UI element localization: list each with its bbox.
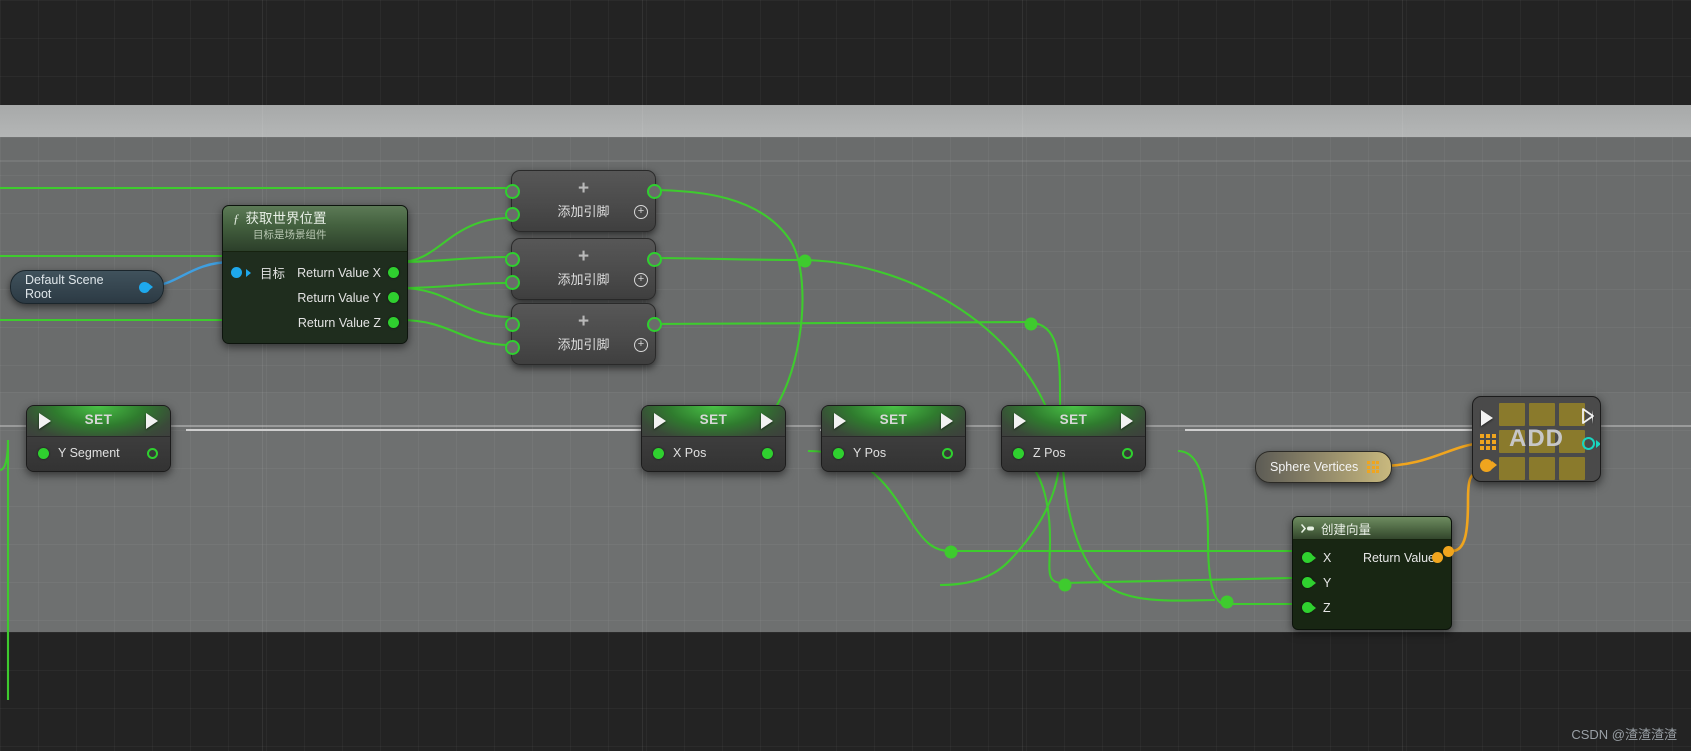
input-pin-x[interactable]: X Return Value xyxy=(1293,545,1451,570)
struct-pin-arrow xyxy=(1492,461,1497,469)
float-pin-icon xyxy=(388,292,399,303)
add-pin-node-1[interactable]: + 添加引脚 + xyxy=(505,170,662,232)
plus-glyph: + xyxy=(577,178,590,199)
output-label: Return Value X xyxy=(297,265,381,280)
circle-plus-icon[interactable]: + xyxy=(634,273,648,287)
array-grid-icon[interactable] xyxy=(1367,461,1380,473)
axis-label: Y xyxy=(1323,575,1332,590)
circle-plus-icon[interactable]: + xyxy=(634,338,648,352)
value-input-pin[interactable] xyxy=(38,448,49,459)
value-output-pin[interactable] xyxy=(1122,448,1133,459)
set-node-y-segment[interactable]: SET Y Segment xyxy=(26,405,171,472)
grid-major-line xyxy=(0,160,1691,162)
object-pin-icon[interactable] xyxy=(139,281,153,293)
exec-out-icon[interactable] xyxy=(761,413,773,429)
exec-out-icon[interactable] xyxy=(941,413,953,429)
output-label: Return Value Z xyxy=(297,315,381,330)
node-body: Y Segment xyxy=(27,437,170,471)
set-node-z-pos[interactable]: SET Z Pos xyxy=(1001,405,1146,472)
axis-label: Z xyxy=(1323,600,1331,615)
value-input-pin[interactable] xyxy=(1013,448,1024,459)
node-body: X Pos xyxy=(642,437,785,471)
output-pin-return-value-x[interactable]: Return Value X xyxy=(297,266,399,280)
node-header: 创建向量 xyxy=(1293,517,1451,540)
object-pin-icon xyxy=(231,267,242,278)
node-body: X Return Value Y Z xyxy=(1293,540,1451,629)
make-vector-return-pin[interactable] xyxy=(1443,546,1454,557)
node-title: 创建向量 xyxy=(1321,522,1372,537)
grid-major-line xyxy=(1022,0,1023,751)
node-header: SET xyxy=(1002,406,1145,437)
output-pin-return-value-y[interactable]: Return Value Y xyxy=(297,291,399,305)
return-value-label: Return Value xyxy=(1362,550,1435,565)
make-vector-node[interactable]: 创建向量 X Return Value Y Z xyxy=(1292,516,1452,630)
input-pin-z[interactable]: Z xyxy=(1293,595,1451,620)
axis-label: X xyxy=(1323,550,1332,565)
variable-label: Y Pos xyxy=(853,446,887,460)
float-pin-icon xyxy=(388,267,399,278)
exec-in-icon[interactable] xyxy=(654,413,666,429)
get-world-location-node[interactable]: ƒ 获取世界位置 目标是场景组件 目标 Return Value X Retur xyxy=(222,205,408,344)
make-struct-icon xyxy=(1301,523,1314,533)
plus-glyph: + xyxy=(577,246,590,267)
node-header: SET xyxy=(27,406,170,437)
node-body: Z Pos xyxy=(1002,437,1145,471)
variable-label: Z Pos xyxy=(1033,446,1066,460)
target-label: 目标 xyxy=(260,267,286,281)
add-pin-node-2[interactable]: + 添加引脚 + xyxy=(505,238,662,300)
value-output-pin[interactable] xyxy=(942,448,953,459)
node-header: ƒ 获取世界位置 目标是场景组件 xyxy=(223,206,407,252)
value-output-pin[interactable] xyxy=(147,448,158,459)
grid-major-line xyxy=(642,0,643,751)
node-body: 目标 Return Value X Return Value Y Return … xyxy=(223,252,407,343)
grid-major-line xyxy=(262,0,263,751)
node-body: Y Pos xyxy=(822,437,965,471)
node-header: SET xyxy=(642,406,785,437)
graph-background-bottom xyxy=(0,632,1691,751)
variable-label: Y Segment xyxy=(58,446,120,460)
exec-out-triangle-icon[interactable] xyxy=(1580,407,1596,425)
input-pin-y[interactable]: Y xyxy=(1293,570,1451,595)
exec-in-icon[interactable] xyxy=(39,413,51,429)
value-input-pin[interactable] xyxy=(833,448,844,459)
array-index-pin-arrow xyxy=(1596,440,1600,448)
variable-label: X Pos xyxy=(673,446,707,460)
sphere-vertices-variable[interactable]: Sphere Vertices xyxy=(1255,451,1392,483)
struct-output-pin[interactable] xyxy=(1432,552,1443,563)
plus-glyph: + xyxy=(577,311,590,332)
exec-in-icon[interactable] xyxy=(834,413,846,429)
value-input-pin[interactable] xyxy=(653,448,664,459)
target-input-pin[interactable]: 目标 xyxy=(231,263,285,282)
blueprint-graph-canvas[interactable]: Default Scene Root ƒ 获取世界位置 目标是场景组件 目标 R… xyxy=(0,0,1691,751)
default-scene-root-label: Default Scene Root xyxy=(25,273,104,301)
exec-out-icon[interactable] xyxy=(146,413,158,429)
graph-background-highlight-band xyxy=(0,105,1691,137)
node-title: 获取世界位置 xyxy=(245,211,327,226)
add-pin-node-3[interactable]: + 添加引脚 + xyxy=(505,303,662,365)
graph-background-top xyxy=(0,0,1691,105)
add-array-node[interactable]: ADD xyxy=(1472,396,1601,482)
output-pin-return-value-z[interactable]: Return Value Z xyxy=(298,316,399,330)
float-pin-icon xyxy=(388,317,399,328)
node-subtitle: 目标是场景组件 xyxy=(253,229,327,241)
set-node-y-pos[interactable]: SET Y Pos xyxy=(821,405,966,472)
exec-out-icon[interactable] xyxy=(1121,413,1133,429)
watermark: CSDN @渣渣渣渣 xyxy=(1571,727,1677,742)
exec-in-icon[interactable] xyxy=(1481,410,1493,426)
output-label: Return Value Y xyxy=(297,290,381,305)
grid-major-line xyxy=(1402,0,1403,751)
set-node-x-pos[interactable]: SET X Pos xyxy=(641,405,786,472)
default-scene-root-node[interactable]: Default Scene Root xyxy=(10,270,164,304)
sphere-vertices-label: Sphere Vertices xyxy=(1270,460,1359,474)
value-output-pin[interactable] xyxy=(762,448,773,459)
exec-in-icon[interactable] xyxy=(1014,413,1026,429)
node-header: SET xyxy=(822,406,965,437)
function-icon: ƒ xyxy=(233,211,240,226)
array-grid-icon[interactable] xyxy=(1480,434,1496,450)
circle-plus-icon[interactable]: + xyxy=(634,205,648,219)
array-index-pin-icon[interactable] xyxy=(1582,437,1595,450)
